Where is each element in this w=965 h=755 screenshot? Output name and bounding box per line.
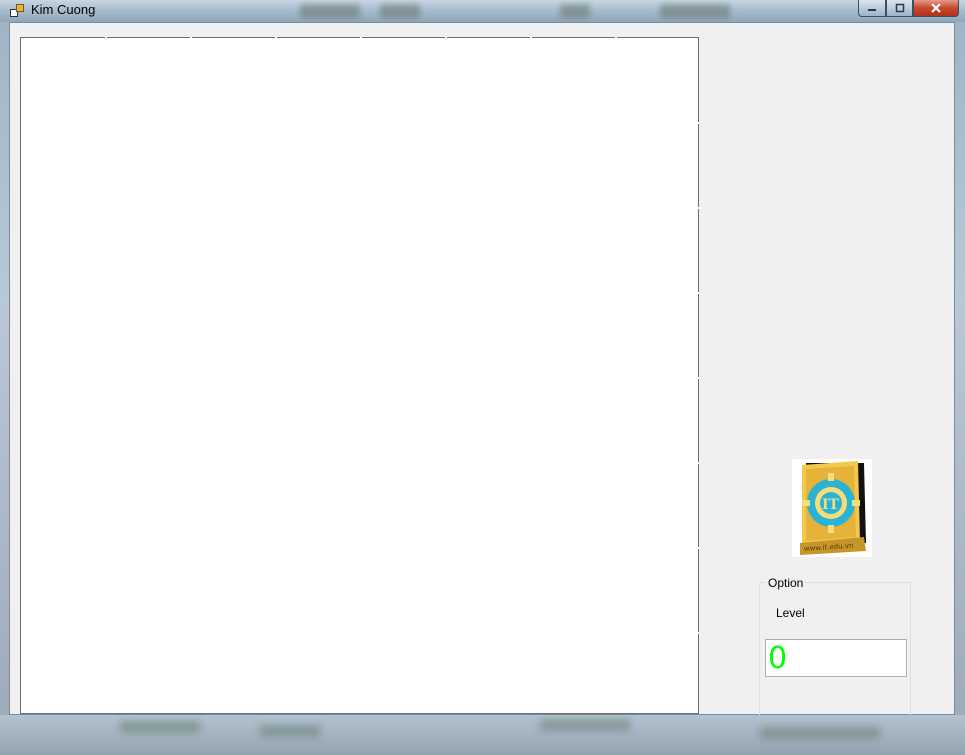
board-column-tick [615, 37, 617, 39]
board-row-tick [697, 207, 699, 209]
window-client-area: IT www.it.edu.vn Option Level 0 [9, 22, 955, 722]
board-row-tick [697, 122, 699, 124]
option-legend: Option [766, 576, 806, 590]
maximize-icon [895, 3, 904, 13]
game-board[interactable] [20, 37, 699, 714]
logo-graphic: IT www.it.edu.vn [792, 459, 872, 557]
board-row-tick [697, 547, 699, 549]
level-display: 0 [765, 639, 907, 677]
title-bar[interactable]: Kim Cuong [0, 0, 965, 22]
board-column-tick [275, 37, 277, 39]
close-icon [931, 3, 941, 13]
board-row-tick [697, 462, 699, 464]
board-column-tick [530, 37, 532, 39]
svg-text:IT: IT [822, 497, 840, 513]
maximize-button[interactable] [886, 0, 913, 17]
window-controls [858, 0, 959, 17]
level-value: 0 [768, 641, 788, 676]
board-row-tick [697, 632, 699, 634]
app-window-icon[interactable] [10, 4, 24, 17]
board-column-tick [190, 37, 192, 39]
board-column-tick [105, 37, 107, 39]
window-title: Kim Cuong [31, 2, 96, 17]
level-label: Level [776, 606, 805, 620]
board-column-tick [360, 37, 362, 39]
option-groupbox: Option Level 0 [759, 576, 911, 722]
desktop-background [0, 715, 965, 755]
board-row-tick [697, 292, 699, 294]
board-column-tick [445, 37, 447, 39]
board-row-tick [697, 377, 699, 379]
it-gear-shield-logo: IT www.it.edu.vn [792, 459, 872, 557]
minimize-button[interactable] [858, 0, 886, 17]
close-button[interactable] [913, 0, 959, 17]
minimize-icon [868, 9, 876, 11]
